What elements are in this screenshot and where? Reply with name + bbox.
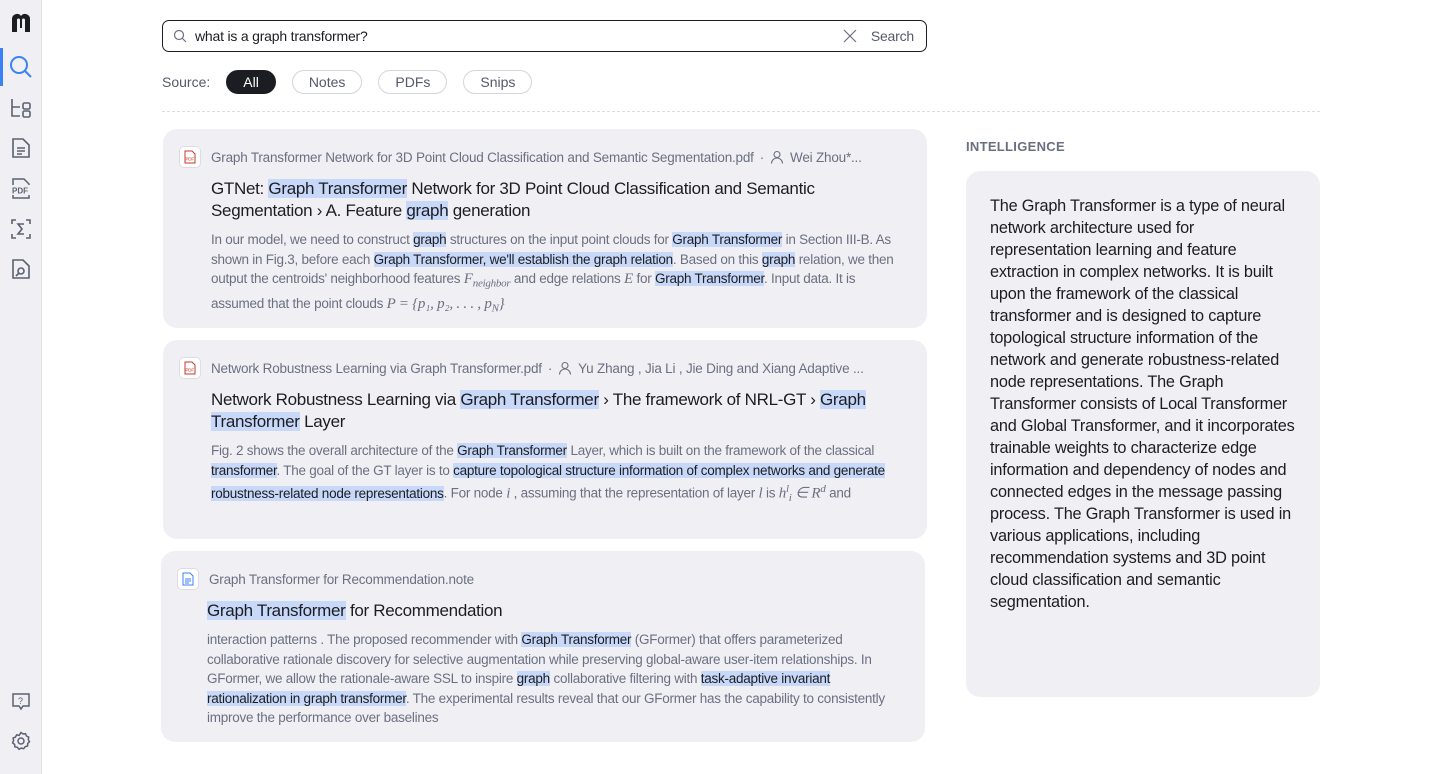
- filter-pdfs[interactable]: PDFs: [378, 70, 448, 94]
- intelligence-answer: The Graph Transformer is a type of neura…: [966, 171, 1320, 697]
- text-segment: . The goal of the GT layer is to: [276, 462, 454, 478]
- math-text: E: [624, 271, 633, 287]
- highlight: graph: [406, 201, 449, 220]
- highlight: Graph Transformer, we'll establish the g…: [373, 251, 673, 267]
- result-title[interactable]: Graph Transformer for Recommendation: [207, 600, 905, 622]
- active-indicator: [0, 48, 3, 86]
- search-button[interactable]: Search: [871, 28, 914, 44]
- result-card[interactable]: PDF Graph Transformer Network for 3D Poi…: [163, 129, 927, 328]
- highlight: Graph Transformer: [268, 179, 407, 198]
- text-segment: Network Robustness Learning via: [211, 390, 461, 409]
- search-icon[interactable]: [8, 54, 34, 80]
- svg-text:?: ?: [18, 696, 23, 706]
- note-file-icon: [177, 568, 199, 590]
- text-segment: structures on the input point clouds for: [446, 232, 673, 247]
- search-input[interactable]: [195, 28, 843, 44]
- pdf-file-icon: PDF: [179, 146, 201, 168]
- file-search-icon[interactable]: [8, 256, 34, 282]
- separator: ·: [547, 360, 553, 376]
- sidebar: PDF ?: [0, 0, 42, 774]
- logo-icon[interactable]: [8, 10, 34, 36]
- text-segment: Layer: [299, 412, 346, 431]
- math-text: N: [491, 302, 499, 315]
- result-meta: PDF Graph Transformer Network for 3D Poi…: [179, 146, 907, 168]
- tree-icon[interactable]: [8, 95, 34, 121]
- separator: ·: [759, 149, 765, 165]
- math-text: P = {p₁, p₂, . . . , p: [386, 296, 492, 313]
- math-text: h: [778, 485, 787, 502]
- text-segment: and edge relations: [510, 271, 625, 286]
- text-segment: and: [825, 485, 851, 501]
- result-meta: Graph Transformer for Recommendation.not…: [177, 568, 905, 590]
- search-icon: [173, 29, 187, 43]
- sigma-icon[interactable]: [8, 216, 34, 242]
- result-title[interactable]: Network Robustness Learning via Graph Tr…: [211, 389, 907, 433]
- svg-text:PDF: PDF: [12, 187, 28, 196]
- result-authors: Wei Zhou*...: [790, 149, 862, 165]
- math-text: }: [498, 296, 505, 313]
- text-segment: for Recommendation: [345, 601, 503, 620]
- highlight: Graph Transformer: [460, 390, 599, 409]
- highlight: graph: [516, 671, 550, 686]
- result-card[interactable]: PDF Network Robustness Learning via Grap…: [163, 340, 927, 539]
- svg-text:PDF: PDF: [186, 368, 195, 373]
- text-segment: generation: [448, 201, 531, 220]
- text-segment: is: [762, 485, 779, 501]
- filter-all[interactable]: All: [226, 70, 276, 94]
- highlight: transformer: [211, 462, 277, 478]
- math-text: F: [463, 271, 473, 287]
- highlight: Graph Transformer: [672, 232, 783, 247]
- clear-icon[interactable]: [843, 29, 857, 43]
- text-segment: . For node: [443, 485, 507, 501]
- text-segment: , assuming that the representation of la…: [510, 485, 759, 501]
- highlight: graph: [413, 232, 447, 247]
- pdf-file-icon: PDF: [179, 357, 201, 379]
- source-label: Source:: [162, 74, 211, 90]
- text-segment: In our model, we need to construct: [211, 232, 414, 247]
- filter-notes[interactable]: Notes: [291, 70, 363, 94]
- gear-icon[interactable]: [8, 728, 34, 754]
- text-segment: › The framework of NRL-GT ›: [598, 390, 820, 409]
- highlight: Graph Transformer: [521, 632, 632, 647]
- svg-text:PDF: PDF: [186, 157, 195, 162]
- divider: [162, 111, 1320, 112]
- intelligence-heading: INTELLIGENCE: [966, 139, 1065, 154]
- search-bar: Search: [162, 20, 927, 52]
- result-authors: Yu Zhang , Jia Li , Jie Ding and Xiang A…: [578, 360, 864, 376]
- text-segment: . Based on this: [672, 251, 762, 267]
- user-icon: [770, 150, 784, 164]
- text-segment: for: [632, 271, 655, 286]
- result-filename[interactable]: Graph Transformer for Recommendation.not…: [209, 572, 474, 587]
- text-segment: Layer, which is built on the framework o…: [566, 443, 875, 458]
- highlight: Graph Transformer: [207, 601, 346, 620]
- source-filters: Source: All Notes PDFs Snips: [162, 70, 533, 94]
- result-card[interactable]: Graph Transformer for Recommendation.not…: [161, 551, 925, 742]
- text-segment: Fig. 2 shows the overall architecture of…: [211, 443, 458, 458]
- math-text: neighbor: [472, 277, 511, 290]
- result-snippet: interaction patterns . The proposed reco…: [207, 630, 905, 728]
- result-snippet: Fig. 2 shows the overall architecture of…: [211, 441, 907, 509]
- result-meta: PDF Network Robustness Learning via Grap…: [179, 357, 907, 379]
- filter-snips[interactable]: Snips: [463, 70, 533, 94]
- text-segment: collaborative filtering with: [549, 671, 701, 686]
- document-icon[interactable]: [8, 135, 34, 161]
- user-icon: [559, 361, 572, 375]
- highlight: Graph Transformer: [457, 443, 567, 458]
- result-title[interactable]: GTNet: Graph Transformer Network for 3D …: [211, 178, 907, 222]
- text-segment: GTNet:: [211, 179, 269, 198]
- highlight: graph: [761, 251, 796, 267]
- result-filename[interactable]: Network Robustness Learning via Graph Tr…: [211, 361, 542, 376]
- result-filename[interactable]: Graph Transformer Network for 3D Point C…: [211, 150, 754, 165]
- math-text: ∈ R: [791, 485, 821, 502]
- highlight: Graph Transformer: [654, 271, 764, 286]
- help-icon[interactable]: ?: [8, 689, 34, 715]
- pdf-icon[interactable]: PDF: [8, 175, 34, 201]
- result-snippet: In our model, we need to construct graph…: [211, 230, 907, 319]
- text-segment: interaction patterns . The proposed reco…: [207, 632, 522, 647]
